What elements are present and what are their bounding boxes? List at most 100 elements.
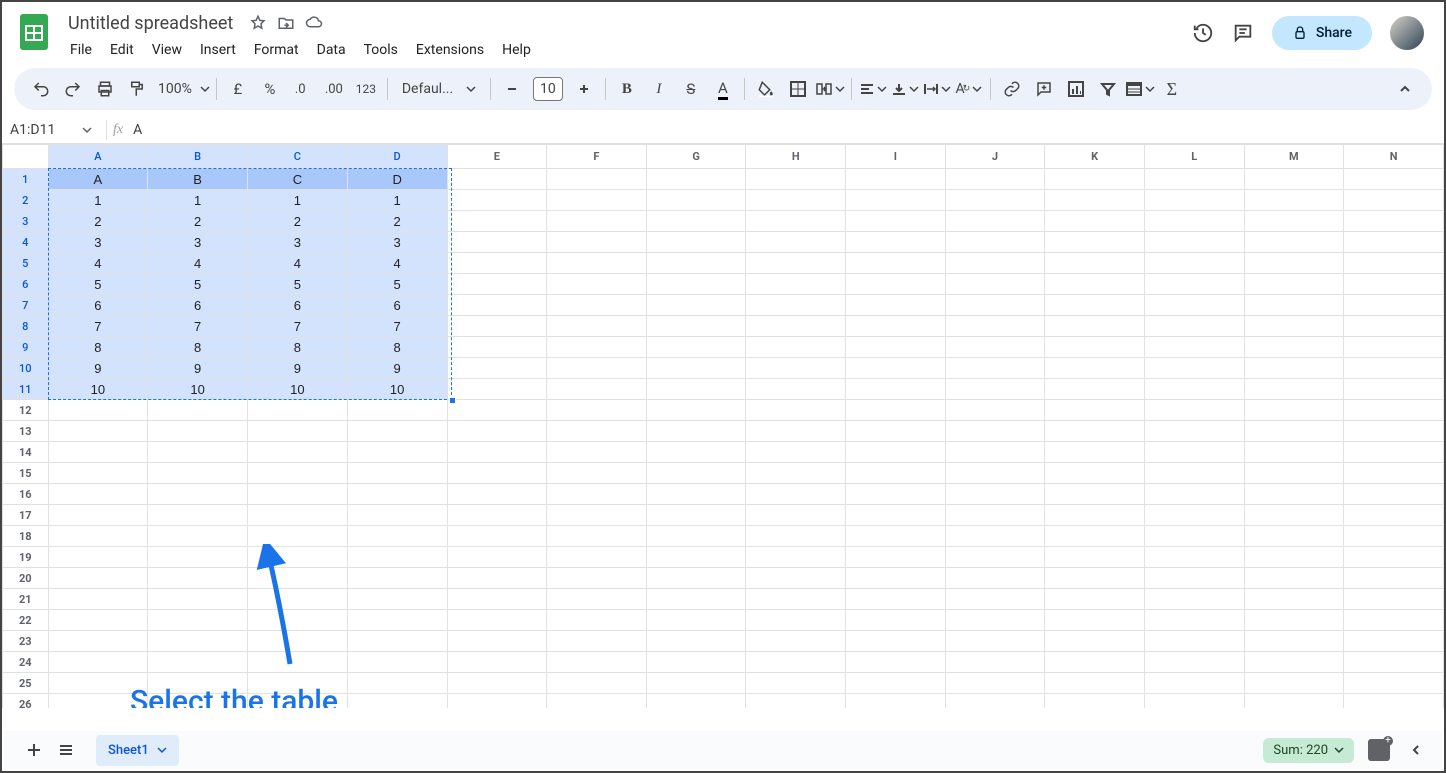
- cell[interactable]: [945, 526, 1045, 547]
- cell[interactable]: 5: [48, 274, 148, 295]
- cell[interactable]: 1: [48, 190, 148, 211]
- cell[interactable]: [746, 379, 846, 400]
- cell[interactable]: [846, 547, 946, 568]
- row-header[interactable]: 2: [3, 190, 49, 211]
- cell[interactable]: [646, 295, 746, 316]
- cell[interactable]: [746, 547, 846, 568]
- cell[interactable]: [945, 379, 1045, 400]
- cell[interactable]: [48, 631, 148, 652]
- add-sheet-button[interactable]: [18, 734, 50, 766]
- col-header[interactable]: H: [746, 145, 846, 169]
- cell[interactable]: [746, 442, 846, 463]
- cell[interactable]: [1244, 274, 1344, 295]
- cell[interactable]: [1045, 694, 1145, 709]
- cell[interactable]: [1045, 526, 1145, 547]
- row-header[interactable]: 6: [3, 274, 49, 295]
- cell[interactable]: [1045, 505, 1145, 526]
- cell[interactable]: [945, 337, 1045, 358]
- cell[interactable]: [148, 442, 248, 463]
- cell[interactable]: [248, 421, 348, 442]
- percent-button[interactable]: %: [255, 74, 285, 104]
- cell[interactable]: [347, 484, 447, 505]
- row-header[interactable]: 25: [3, 673, 49, 694]
- cell[interactable]: [547, 274, 647, 295]
- cell[interactable]: [1045, 442, 1145, 463]
- cell[interactable]: [746, 484, 846, 505]
- cell[interactable]: [347, 610, 447, 631]
- cell[interactable]: 10: [48, 379, 148, 400]
- cell[interactable]: [48, 547, 148, 568]
- explore-button[interactable]: [1368, 739, 1390, 761]
- cell[interactable]: [846, 568, 946, 589]
- row-header[interactable]: 14: [3, 442, 49, 463]
- increase-decimal-button[interactable]: .00: [319, 74, 349, 104]
- font-size-input[interactable]: [533, 77, 563, 101]
- cell[interactable]: [846, 169, 946, 190]
- cell[interactable]: [447, 484, 547, 505]
- cell[interactable]: [1144, 673, 1244, 694]
- cell[interactable]: [1045, 379, 1145, 400]
- menu-insert[interactable]: Insert: [192, 38, 244, 62]
- row-header[interactable]: 15: [3, 463, 49, 484]
- cell[interactable]: [447, 463, 547, 484]
- cell[interactable]: [1344, 673, 1444, 694]
- menu-extensions[interactable]: Extensions: [408, 38, 492, 62]
- cell[interactable]: [945, 400, 1045, 421]
- cell[interactable]: [846, 505, 946, 526]
- font-selector[interactable]: Defaul...: [394, 81, 484, 97]
- cell[interactable]: [746, 652, 846, 673]
- cell[interactable]: [447, 232, 547, 253]
- cell[interactable]: 6: [48, 295, 148, 316]
- cell[interactable]: [347, 631, 447, 652]
- cell[interactable]: [1045, 463, 1145, 484]
- cell[interactable]: [1244, 610, 1344, 631]
- row-header[interactable]: 1: [3, 169, 49, 190]
- row-header[interactable]: 5: [3, 253, 49, 274]
- cell[interactable]: [1144, 526, 1244, 547]
- rotation-button[interactable]: A↻: [954, 74, 984, 104]
- cell[interactable]: [646, 232, 746, 253]
- cell[interactable]: [1045, 169, 1145, 190]
- row-header[interactable]: 23: [3, 631, 49, 652]
- cell[interactable]: [547, 568, 647, 589]
- cloud-status-icon[interactable]: [305, 14, 323, 32]
- cell[interactable]: [1045, 610, 1145, 631]
- cell[interactable]: [1344, 379, 1444, 400]
- cell[interactable]: [1344, 568, 1444, 589]
- cell[interactable]: [746, 232, 846, 253]
- cell[interactable]: [1045, 484, 1145, 505]
- cell[interactable]: [846, 610, 946, 631]
- quicksum-pill[interactable]: Sum: 220: [1263, 738, 1354, 763]
- cell[interactable]: [1344, 610, 1444, 631]
- cell[interactable]: [447, 652, 547, 673]
- cell[interactable]: [48, 589, 148, 610]
- row-header[interactable]: 9: [3, 337, 49, 358]
- cell[interactable]: [1144, 211, 1244, 232]
- cell[interactable]: [1344, 400, 1444, 421]
- cell[interactable]: [846, 694, 946, 709]
- cell[interactable]: [547, 442, 647, 463]
- cell[interactable]: [1045, 337, 1145, 358]
- functions-button[interactable]: Σ: [1157, 74, 1187, 104]
- cell[interactable]: 10: [248, 379, 348, 400]
- menu-view[interactable]: View: [144, 38, 190, 62]
- cell[interactable]: [1045, 190, 1145, 211]
- cell[interactable]: [1344, 589, 1444, 610]
- more-formats-button[interactable]: 123: [351, 74, 381, 104]
- cell[interactable]: [746, 589, 846, 610]
- cell[interactable]: [846, 316, 946, 337]
- cell[interactable]: [746, 358, 846, 379]
- cell[interactable]: [1244, 211, 1344, 232]
- cell[interactable]: [1045, 652, 1145, 673]
- cell[interactable]: [148, 568, 248, 589]
- cell[interactable]: [746, 610, 846, 631]
- cell[interactable]: [1144, 190, 1244, 211]
- cell[interactable]: B: [148, 169, 248, 190]
- cell[interactable]: 9: [48, 358, 148, 379]
- cell[interactable]: 3: [48, 232, 148, 253]
- cell[interactable]: [746, 421, 846, 442]
- cell[interactable]: [347, 400, 447, 421]
- cell[interactable]: [48, 400, 148, 421]
- col-header[interactable]: A: [48, 145, 148, 169]
- side-panel-button[interactable]: [1404, 738, 1428, 762]
